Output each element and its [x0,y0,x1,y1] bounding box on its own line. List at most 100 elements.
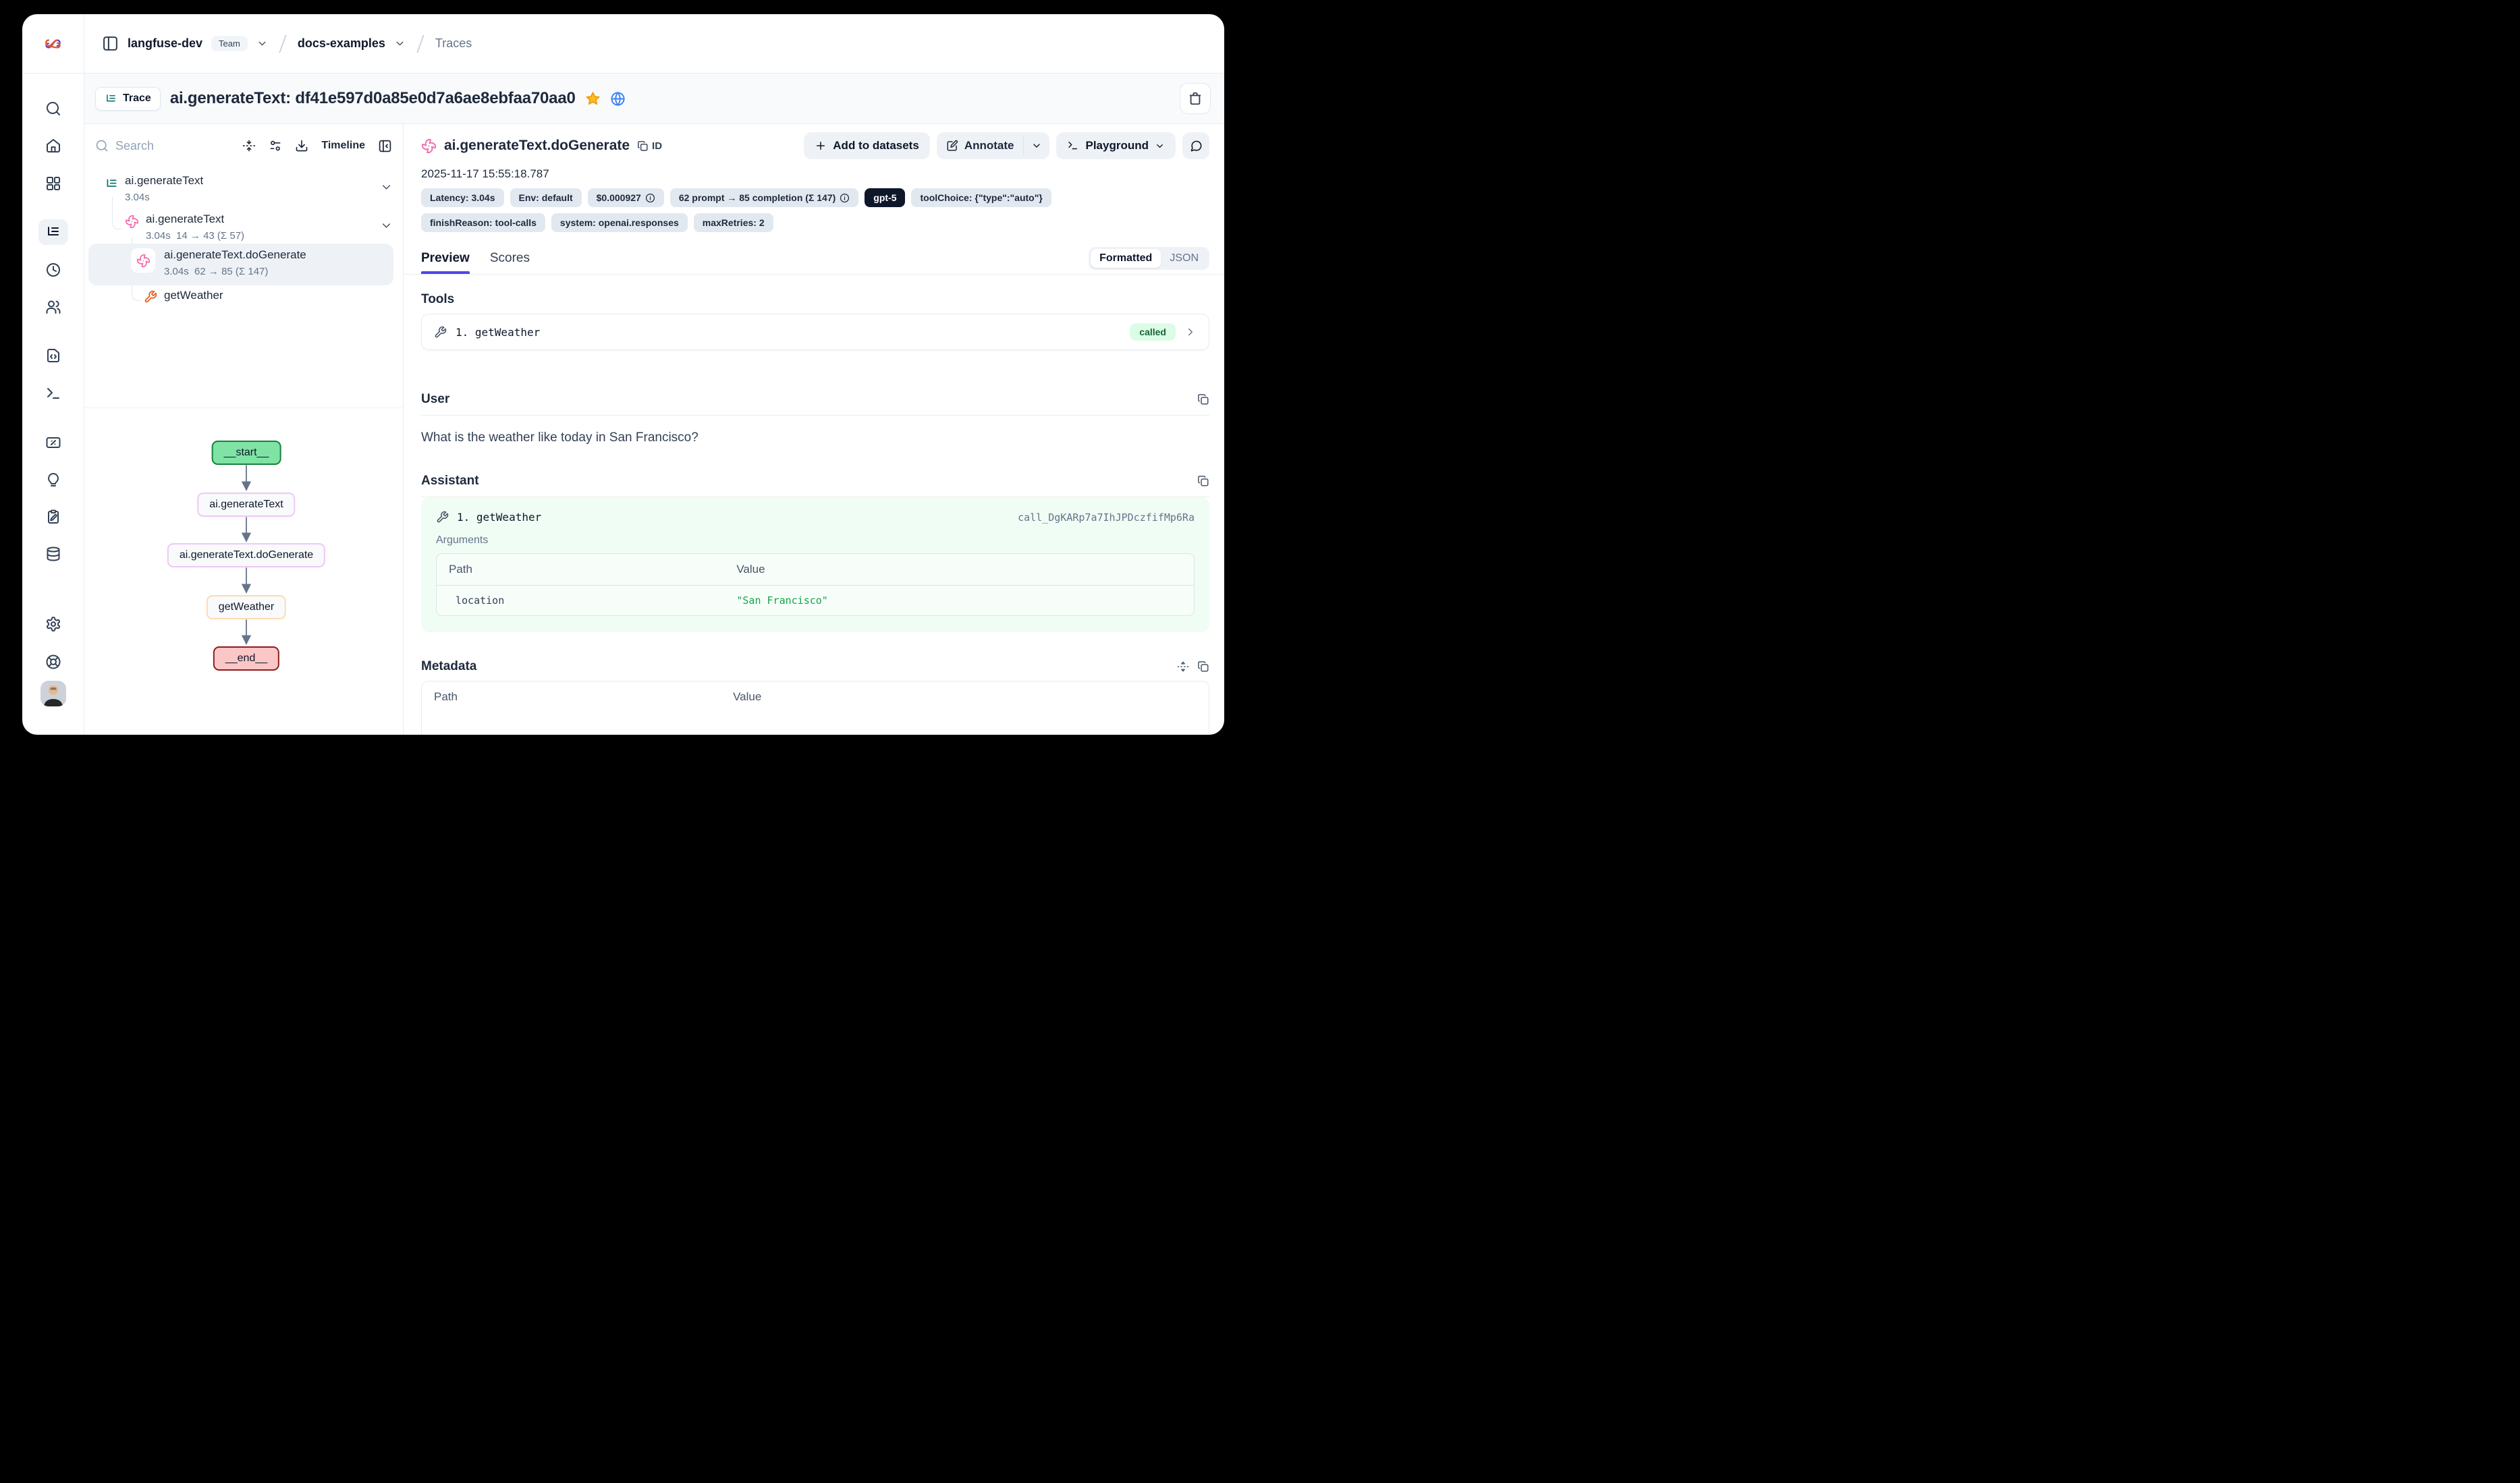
lifebuoy-icon [45,654,61,670]
terminal-icon [45,385,61,401]
add-to-datasets-button[interactable]: Add to datasets [804,132,930,159]
observation-name: getWeather [164,289,223,302]
tool-call-id: call_DgKARp7a7IhJPDczfifMp6Ra [1018,511,1195,524]
copy-id-button[interactable]: ID [637,140,662,152]
graph-node-generate-text[interactable]: ai.generateText [197,493,295,517]
observation-tree-panel: Search Timeline [84,124,404,735]
plus-icon [815,140,827,152]
copy-icon[interactable] [1197,475,1209,487]
playground-button[interactable]: Playground [1056,132,1176,159]
graph-node-get-weather[interactable]: getWeather [207,595,286,619]
observation-duration: 3.04s [125,192,150,203]
trace-title: ai.generateText: df41e597d0a85e0d7a6ae8e… [170,89,576,108]
observation-title: ai.generateText.doGenerate [444,138,630,154]
langfuse-logo-icon[interactable] [43,36,63,52]
sidebar-item-playground[interactable] [45,385,61,401]
chevron-down-icon[interactable] [394,38,406,49]
sidebar-item-sessions[interactable] [45,262,61,278]
generation-fan-icon [136,254,150,268]
cost-badge[interactable]: $0.000927 [588,188,664,207]
chevron-down-icon [1155,141,1165,151]
dashboard-icon [45,175,61,192]
graph-node-end[interactable]: __end__ [213,646,279,671]
wrench-icon [436,511,449,524]
id-label: ID [652,140,662,152]
metadata-section-heading: Metadata [421,659,1209,674]
assistant-section-heading: Assistant [421,474,1209,488]
sidebar-item-search[interactable] [45,101,61,117]
display-settings-icon[interactable] [269,139,282,152]
env-badge: Env: default [510,188,582,207]
tool-called-badge: called [1130,323,1176,341]
annotate-button[interactable]: Annotate [937,132,1024,159]
sidebar-item-users[interactable] [45,299,61,315]
sidebar-item-evaluation[interactable] [45,435,61,451]
sidebar-item-datasets[interactable] [45,546,61,562]
tool-call-name: 1. getWeather [457,511,541,524]
breadcrumb-page[interactable]: Traces [435,36,472,51]
user-avatar[interactable] [40,681,66,706]
sidebar-item-prompts[interactable] [45,347,61,364]
tool-definition-row[interactable]: 1. getWeather called [421,314,1209,350]
delete-trace-button[interactable] [1180,83,1211,114]
table-header-path: Path [422,681,721,712]
sidebar-item-support[interactable] [45,654,61,670]
tab-scores[interactable]: Scores [490,251,530,274]
comments-button[interactable] [1182,132,1209,159]
annotate-dropdown-button[interactable] [1024,132,1049,159]
sidebar-item-annotation[interactable] [45,509,61,525]
graph-node-do-generate[interactable]: ai.generateText.doGenerate [167,543,325,567]
public-globe-icon[interactable] [610,91,626,107]
format-toggle-json[interactable]: JSON [1161,249,1207,268]
users-icon [45,299,61,315]
unfold-vertical-icon[interactable] [1177,661,1189,673]
panel-collapse-icon[interactable] [378,139,392,153]
generation-icon-box [131,248,155,273]
format-toggle-formatted[interactable]: Formatted [1091,249,1161,268]
timeline-toggle[interactable]: Timeline [321,140,365,152]
latency-badge: Latency: 3.04s [421,188,504,207]
generation-fan-icon [125,215,139,229]
sidebar-item-tracing[interactable] [38,219,68,245]
download-icon[interactable] [295,139,308,152]
table-header-value: Value [721,681,1209,712]
sidebar-item-llm-judge[interactable] [45,472,61,488]
search-input[interactable]: Search [95,139,229,153]
tool-choice-badge: toolChoice: {"type":"auto"} [911,188,1051,207]
trace-tree-icon [45,224,61,240]
graph-node-start[interactable]: __start__ [212,441,281,465]
clock-icon [45,262,61,278]
system-badge: system: openai.responses [551,213,688,232]
table-header-path: Path [437,554,724,585]
breadcrumb-project[interactable]: langfuse-dev [128,36,202,51]
tree-toolbar: Search Timeline [84,124,403,167]
tokens-badge[interactable]: 62 prompt → 85 completion (Σ 147) [670,188,858,207]
trace-tree-icon [105,92,117,105]
sidebar-item-home[interactable] [45,138,61,154]
collapse-all-icon[interactable] [242,139,256,152]
info-icon [840,193,850,203]
percent-box-icon [45,435,61,451]
breadcrumb-environment[interactable]: docs-examples [298,36,385,51]
model-badge[interactable]: gpt-5 [865,188,905,207]
chevron-right-icon[interactable] [1184,326,1197,338]
breadcrumb-separator [279,34,286,53]
info-icon [645,193,655,203]
square-pen-icon [946,140,958,152]
table-row[interactable]: location "San Francisco" [437,586,1194,615]
chevron-down-icon[interactable] [256,38,268,49]
sidebar-toggle-button[interactable] [102,35,119,52]
bookmark-star-icon[interactable] [585,91,601,107]
observation-detail-panel: ai.generateText.doGenerate ID Add to dat… [404,124,1224,735]
copy-icon[interactable] [1197,661,1209,673]
chevron-down-icon[interactable] [380,219,393,232]
chevron-down-icon[interactable] [380,181,393,194]
metadata-table: Path Value [421,681,1209,735]
search-icon [45,101,61,117]
sidebar-item-settings[interactable] [45,616,61,632]
sidebar-item-dashboards[interactable] [45,175,61,192]
user-message: What is the weather like today in San Fr… [421,430,1209,445]
copy-icon[interactable] [1197,393,1209,405]
arguments-label: Arguments [436,534,1195,547]
tab-preview[interactable]: Preview [421,251,470,274]
